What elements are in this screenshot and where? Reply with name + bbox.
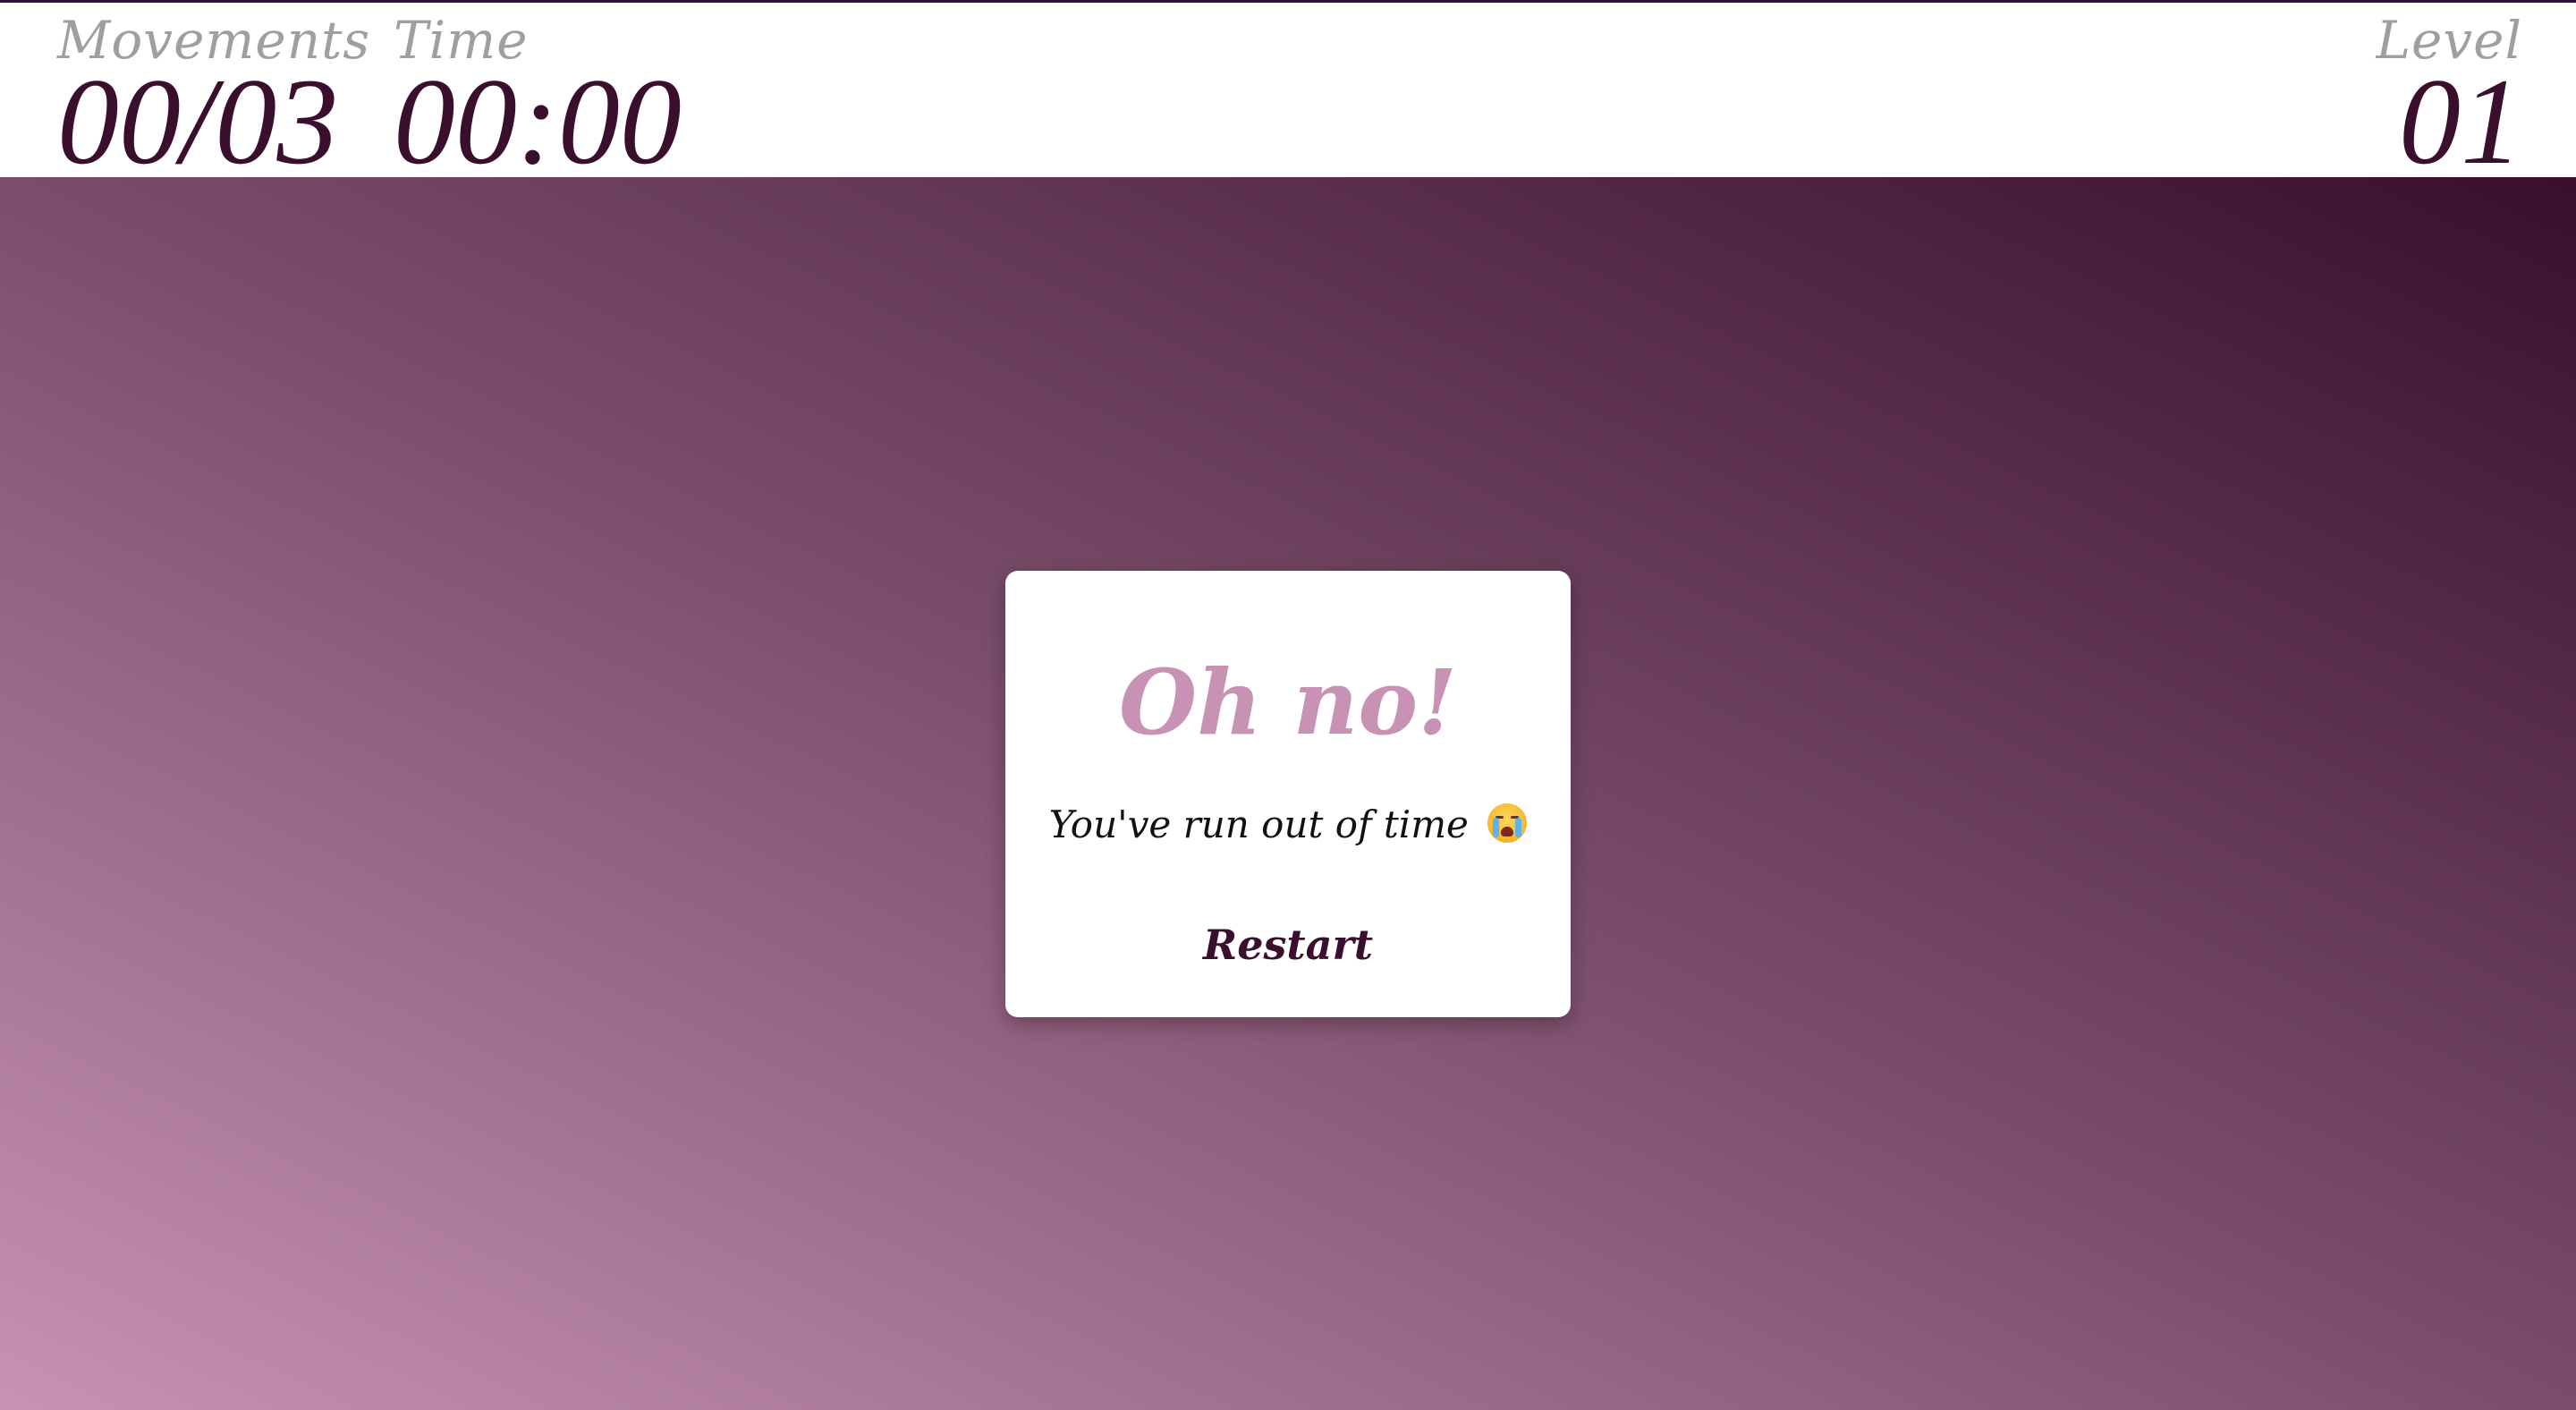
dialog-message-text: You've run out of time bbox=[1048, 803, 1469, 846]
level-value: 01 bbox=[2399, 53, 2522, 190]
dialog-message: You've run out of time bbox=[1005, 800, 1571, 850]
movements-counter: Movements 00/03 bbox=[57, 12, 370, 190]
crying-face-icon bbox=[1487, 803, 1528, 843]
restart-button[interactable]: Restart bbox=[1199, 913, 1377, 976]
time-value: 00:00 bbox=[394, 53, 682, 190]
header-bar: Movements 00/03 Time 00:00 Level 01 bbox=[0, 3, 2576, 190]
time-counter: Time 00:00 bbox=[394, 12, 682, 190]
movements-value: 00/03 bbox=[57, 53, 339, 190]
level-indicator: Level 01 bbox=[2377, 12, 2522, 190]
dialog-title: Oh no! bbox=[1119, 650, 1457, 755]
game-over-dialog: Oh no! You've run out of time Restart bbox=[1005, 571, 1571, 1017]
